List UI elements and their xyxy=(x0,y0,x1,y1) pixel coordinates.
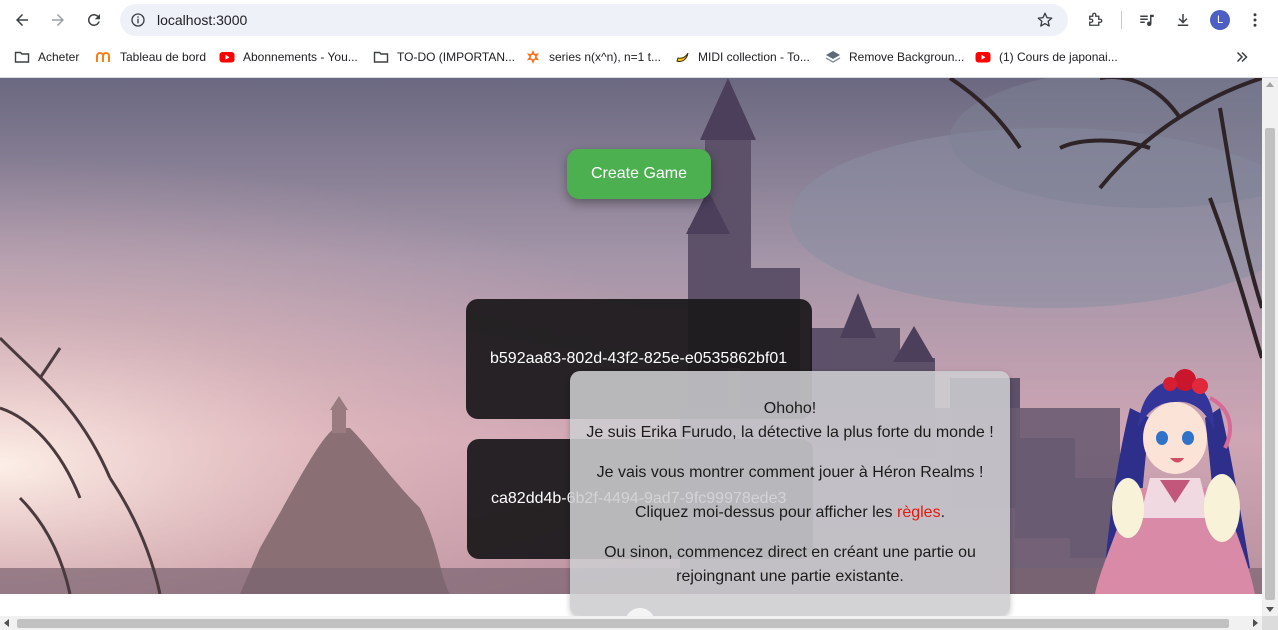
bookmark-item[interactable]: (1) Cours de japonai... xyxy=(975,48,1118,66)
url-text[interactable]: localhost:3000 xyxy=(157,12,247,28)
download-icon xyxy=(1177,14,1189,26)
downloads-button[interactable] xyxy=(1173,10,1193,30)
create-game-button[interactable]: Create Game xyxy=(567,149,711,199)
dialog-rules-line: Cliquez moi-dessus pour afficher les règ… xyxy=(570,501,1010,525)
bookmarks-bar: Acheter Tableau de bord Abonnements - Yo… xyxy=(0,40,1278,74)
bookmark-label: TO-DO (IMPORTAN... xyxy=(397,50,516,64)
forward-button[interactable] xyxy=(46,8,70,32)
moodle-icon xyxy=(96,51,110,62)
bookmark-label: Remove Backgroun... xyxy=(849,50,965,64)
scroll-right-arrow-icon[interactable] xyxy=(1253,619,1258,627)
address-bar[interactable]: localhost:3000 xyxy=(120,4,1068,36)
dialog-rules-suffix: . xyxy=(940,504,946,521)
media-control-button[interactable] xyxy=(1137,10,1157,30)
reload-button[interactable] xyxy=(82,8,106,32)
horizontal-scroll-thumb[interactable] xyxy=(17,619,1229,628)
folder-icon xyxy=(14,51,30,63)
bookmark-label: series n(x^n), n=1 t... xyxy=(549,50,662,64)
dialog-greeting: Ohoho! xyxy=(763,400,817,417)
music-queue-icon xyxy=(1140,14,1154,27)
horizontal-scrollbar[interactable] xyxy=(0,616,1262,630)
scroll-up-arrow-icon[interactable] xyxy=(1266,82,1274,87)
bookmark-item[interactable]: TO-DO (IMPORTAN... xyxy=(373,48,515,66)
bookmark-item[interactable]: Abonnements - You... xyxy=(219,48,358,66)
bookmark-label: Abonnements - You... xyxy=(243,50,358,64)
scroll-left-arrow-icon[interactable] xyxy=(4,619,9,627)
dialog-howto: Je vais vous montrer comment jouer à Hér… xyxy=(596,464,984,481)
back-button[interactable] xyxy=(10,8,34,32)
page-viewport: Create Game b592aa83-802d-43f2-825e-e053… xyxy=(0,78,1262,616)
youtube-icon xyxy=(219,52,235,63)
wolfram-icon xyxy=(526,50,540,64)
tutorial-dialog[interactable]: Ohoho! Je suis Erika Furudo, la détectiv… xyxy=(570,371,1010,616)
profile-avatar[interactable]: L xyxy=(1210,10,1230,30)
erika-character-illustration[interactable] xyxy=(1090,368,1260,594)
arrow-left-icon xyxy=(16,14,28,26)
scrollbar-corner xyxy=(1262,616,1278,630)
bookmark-label: Tableau de bord xyxy=(120,50,207,64)
extensions-button[interactable] xyxy=(1085,10,1105,30)
dialog-intro: Je suis Erika Furudo, la détective la pl… xyxy=(586,424,994,441)
puzzle-icon xyxy=(1089,12,1103,26)
kebab-menu-icon xyxy=(1253,13,1257,27)
dialog-alternative-cont: rejoingnant une partie existante. xyxy=(676,568,904,585)
toolbar-separator xyxy=(1121,11,1122,29)
bookmark-item[interactable]: MIDI collection - To... xyxy=(674,48,810,66)
arrow-right-icon xyxy=(52,14,64,26)
banana-icon xyxy=(676,52,689,62)
site-info-icon[interactable] xyxy=(130,12,146,28)
reload-icon xyxy=(87,13,100,26)
rules-link[interactable]: règles xyxy=(897,504,941,521)
scroll-down-arrow-icon[interactable] xyxy=(1266,607,1274,612)
chevron-double-right-icon[interactable] xyxy=(1233,48,1251,66)
bookmark-label: (1) Cours de japonai... xyxy=(999,50,1118,64)
browser-chrome: localhost:3000 L Acheter Tableau de bord xyxy=(0,0,1278,78)
bookmark-item[interactable]: series n(x^n), n=1 t... xyxy=(525,48,661,66)
vertical-scrollbar[interactable] xyxy=(1262,78,1278,616)
bookmark-item[interactable]: Remove Backgroun... xyxy=(825,48,964,66)
dialog-rules-prefix: Cliquez moi-dessus pour afficher les xyxy=(634,504,897,521)
folder-icon xyxy=(373,51,389,63)
youtube-icon xyxy=(975,52,991,63)
bookmark-star-icon[interactable] xyxy=(1036,11,1054,29)
game-id: b592aa83-802d-43f2-825e-e0535862bf01 xyxy=(490,350,788,367)
bookmark-label: Acheter xyxy=(38,50,80,64)
browser-toolbar: localhost:3000 L xyxy=(0,0,1278,40)
dialog-handle xyxy=(625,608,655,616)
bookmark-item[interactable]: Acheter xyxy=(14,48,79,66)
bookmark-label: MIDI collection - To... xyxy=(698,50,810,64)
bookmark-item[interactable]: Tableau de bord xyxy=(96,48,206,66)
menu-button[interactable] xyxy=(1245,10,1265,30)
vertical-scroll-thumb[interactable] xyxy=(1265,128,1275,600)
layers-icon xyxy=(825,51,841,63)
dialog-alternative: Ou sinon, commencez direct en créant une… xyxy=(604,544,976,561)
